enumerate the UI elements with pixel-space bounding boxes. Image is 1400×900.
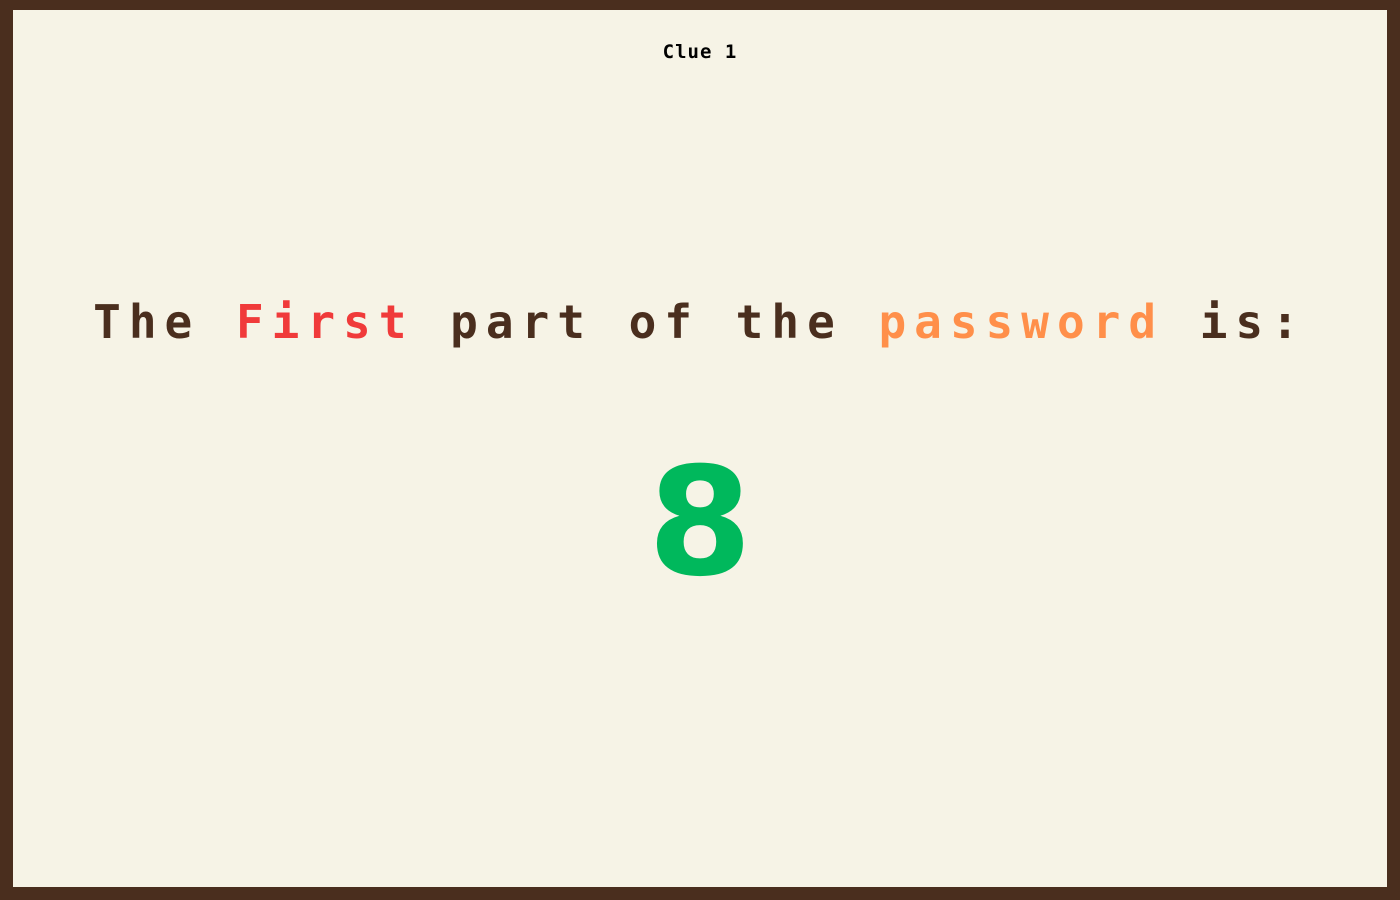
clue-message: The First part of the password is: (13, 295, 1387, 349)
clue-title: Clue 1 (662, 41, 738, 63)
game-frame: Clue 1 The First part of the password is… (0, 0, 1400, 900)
message-text-2: part of the (414, 295, 879, 349)
highlight-first: First (235, 295, 415, 349)
highlight-password: password (878, 295, 1165, 349)
password-digit: 8 (647, 436, 753, 610)
message-text-1: The (93, 295, 236, 349)
message-text-3: is: (1164, 295, 1307, 349)
